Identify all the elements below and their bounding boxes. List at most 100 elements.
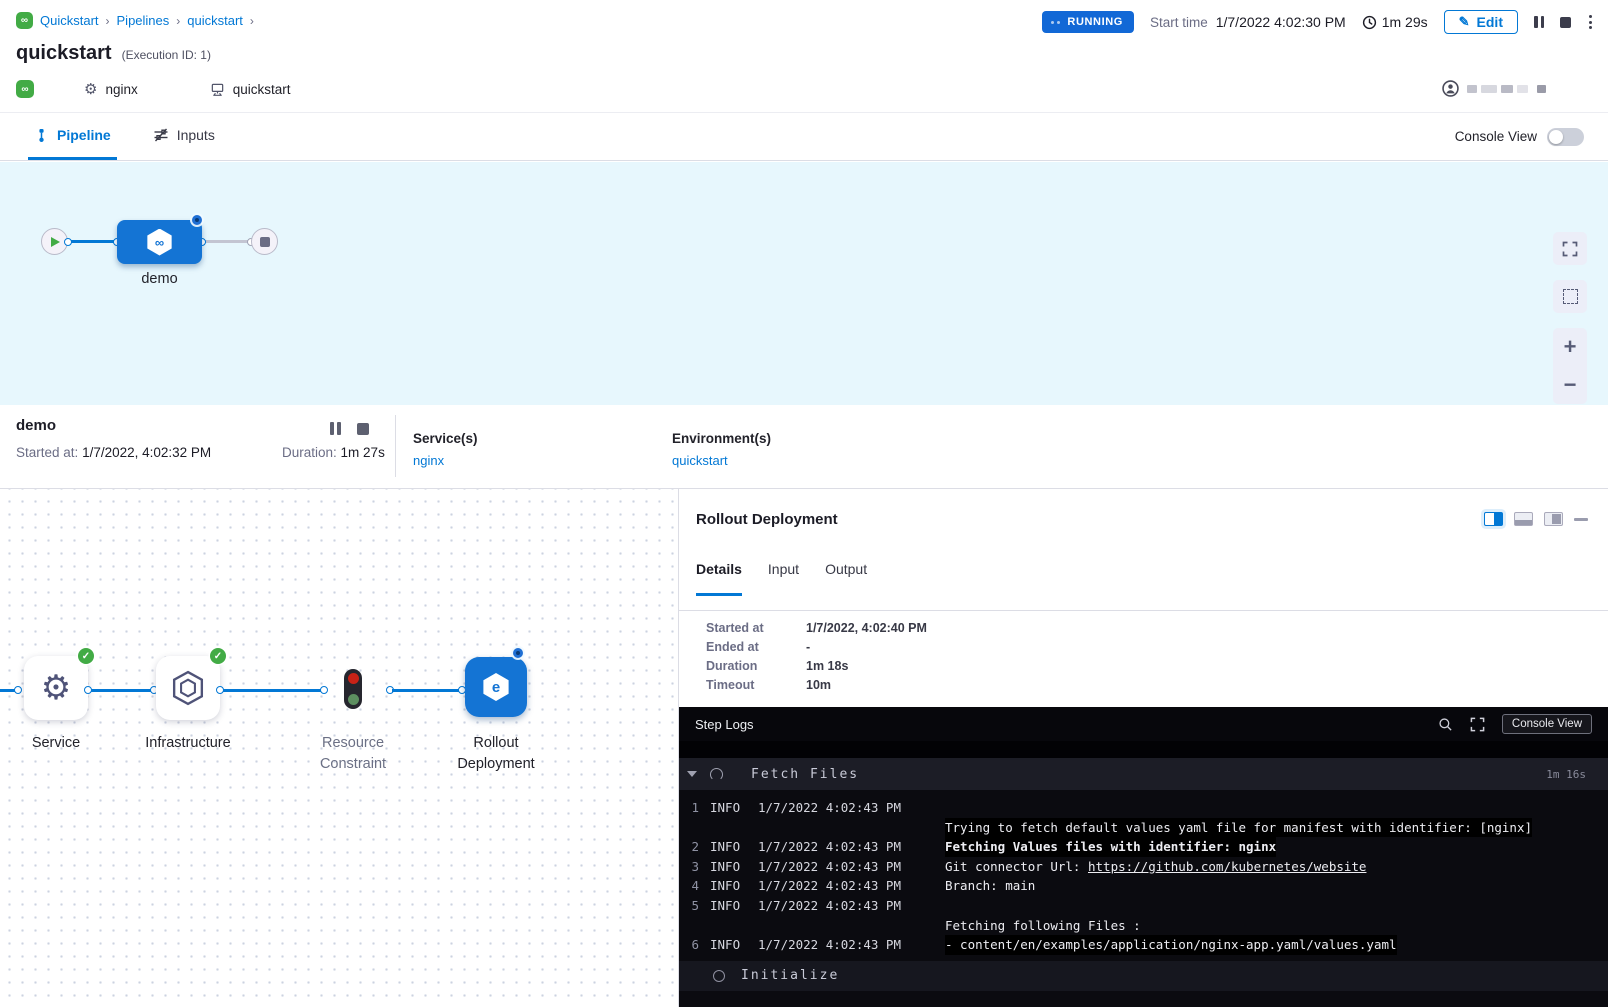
stage-stop-button[interactable] — [357, 423, 369, 435]
log-lines: 1INFO1/7/2022 4:02:43 PM Trying to fetch… — [679, 790, 1608, 955]
breadcrumb-link-pipelines[interactable]: Pipelines — [117, 13, 170, 28]
cd-module-icon: ∞ — [16, 80, 34, 98]
service-tag[interactable]: ⚙ nginx — [84, 82, 138, 97]
environment-link[interactable]: quickstart — [672, 453, 771, 468]
start-time-value: 1/7/2022 4:02:30 PM — [1216, 14, 1346, 30]
infrastructure-hexagon-icon — [171, 670, 205, 706]
edge-port — [216, 686, 224, 694]
execution-graph-canvas[interactable]: ⚙ ✓ Service ✓ Infrastructure Resource Co… — [0, 489, 678, 1007]
stage-pause-button[interactable] — [330, 422, 341, 435]
stage-running-spinner-icon — [192, 215, 202, 225]
minimize-panel-button[interactable] — [1574, 518, 1588, 521]
log-line: Trying to fetch default values yaml file… — [679, 818, 1608, 838]
service-gear-icon: ⚙ — [41, 671, 71, 705]
inputs-icon — [153, 127, 169, 143]
tab-details[interactable]: Details — [696, 561, 742, 596]
pipeline-end-node[interactable] — [251, 228, 278, 255]
field-value: 1/7/2022, 4:02:40 PM — [806, 621, 927, 635]
log-section-initialize[interactable]: Initialize — [679, 961, 1608, 991]
edge — [392, 689, 465, 692]
page-header: ∞ Quickstart › Pipelines › quickstart › … — [0, 0, 1608, 112]
pause-execution-button[interactable] — [1534, 16, 1544, 28]
edit-button[interactable]: ✎ Edit — [1444, 10, 1518, 34]
log-search-icon[interactable] — [1438, 717, 1453, 732]
console-view-button[interactable]: Console View — [1502, 714, 1592, 734]
chevron-down-icon — [687, 771, 697, 777]
section-name: Initialize — [741, 968, 839, 983]
step-label-rollout-deployment: Rollout Deployment — [426, 733, 566, 775]
layout-right-panel-button[interactable] — [1544, 512, 1563, 526]
tab-pipeline[interactable]: Pipeline — [28, 113, 117, 160]
stage-node-demo[interactable]: ∞ — [117, 220, 202, 264]
layout-split-horizontal-button[interactable] — [1514, 512, 1533, 526]
started-at-label: Started at: — [16, 445, 78, 460]
field-label: Started at — [706, 621, 806, 635]
step-label-resource-constraint: Resource Constraint — [283, 733, 423, 775]
canvas-marquee-select-button[interactable] — [1553, 280, 1587, 313]
service-link[interactable]: nginx — [413, 453, 478, 468]
field-label: Ended at — [706, 640, 806, 654]
avatar-icon — [1442, 80, 1459, 97]
log-line: 4INFO1/7/2022 4:02:43 PMBranch: main — [679, 876, 1608, 896]
divider — [395, 415, 396, 477]
more-options-button[interactable] — [1587, 13, 1594, 31]
step-details-fields: Started at 1/7/2022, 4:02:40 PM Ended at… — [706, 621, 927, 692]
step-node-resource-constraint[interactable] — [344, 669, 362, 709]
success-check-icon: ✓ — [78, 648, 94, 664]
stop-execution-button[interactable] — [1560, 17, 1571, 28]
log-line: 2INFO1/7/2022 4:02:43 PMFetching Values … — [679, 837, 1608, 857]
duration-label: Duration: — [282, 445, 337, 460]
section-name: Fetch Files — [751, 767, 859, 782]
breadcrumb-link-quickstart-project[interactable]: Quickstart — [40, 13, 99, 28]
step-node-rollout-deployment[interactable]: e — [465, 657, 527, 717]
redacted-text — [1481, 85, 1497, 93]
breadcrumb: ∞ Quickstart › Pipelines › quickstart › — [16, 12, 254, 29]
step-detail-panel: Rollout Deployment Details Input Output … — [678, 489, 1608, 1007]
success-check-icon: ✓ — [210, 648, 226, 664]
section-duration: 1m 16s — [1546, 768, 1586, 781]
section-spinner-icon — [710, 768, 723, 781]
environment-tag[interactable]: quickstart — [210, 82, 291, 97]
rollout-deployment-icon: e — [482, 673, 510, 701]
console-view-label: Console View — [1455, 129, 1537, 144]
field-value: 1m 18s — [806, 659, 927, 673]
panel-layout-controls — [1484, 512, 1588, 526]
canvas-fullscreen-button[interactable] — [1553, 232, 1587, 265]
stage-summary-name: demo — [16, 417, 56, 434]
tab-output[interactable]: Output — [825, 561, 867, 596]
tab-input[interactable]: Input — [768, 561, 799, 596]
pipeline-stage-canvas[interactable]: ∞ demo + − — [0, 162, 1608, 405]
cd-module-icon: ∞ — [16, 12, 33, 29]
play-icon — [51, 237, 60, 247]
start-time-label: Start time — [1150, 15, 1208, 30]
execution-id: (Execution ID: 1) — [122, 48, 211, 62]
edge — [220, 689, 327, 692]
console-view-toggle[interactable] — [1547, 128, 1584, 146]
step-logs-title: Step Logs — [695, 717, 754, 732]
cd-stage-icon: ∞ — [146, 229, 173, 256]
log-line: 6INFO1/7/2022 4:02:43 PM- content/en/exa… — [679, 935, 1608, 955]
redacted-text — [1501, 85, 1513, 93]
pencil-icon: ✎ — [1459, 14, 1470, 30]
layout-split-vertical-button[interactable] — [1484, 512, 1503, 526]
pipeline-icon — [34, 128, 49, 143]
log-link[interactable]: https://github.com/kubernetes/website — [1088, 857, 1366, 877]
tab-inputs[interactable]: Inputs — [147, 113, 221, 160]
zoom-in-button[interactable]: + — [1564, 336, 1577, 358]
redacted-text — [1537, 85, 1546, 93]
log-line: 3INFO1/7/2022 4:02:43 PMGit connector Ur… — [679, 857, 1608, 877]
traffic-light-green-icon — [348, 694, 359, 705]
step-node-infrastructure[interactable] — [156, 656, 220, 720]
step-node-service[interactable]: ⚙ — [24, 656, 88, 720]
log-fullscreen-icon[interactable] — [1470, 717, 1485, 732]
log-line: 1INFO1/7/2022 4:02:43 PM — [679, 798, 1608, 818]
field-value: 10m — [806, 678, 927, 692]
breadcrumb-link-pipeline[interactable]: quickstart — [187, 13, 243, 28]
step-detail-title: Rollout Deployment — [696, 511, 838, 528]
zoom-out-button[interactable]: − — [1564, 374, 1577, 396]
pending-circle-icon — [713, 970, 725, 982]
log-section-fetch-files[interactable]: Fetch Files 1m 16s — [679, 758, 1608, 790]
log-line: Fetching following Files : — [679, 916, 1608, 936]
step-logs-console: Step Logs Console View Fetch Files 1m 16… — [679, 707, 1608, 1007]
gear-icon: ⚙ — [84, 82, 97, 97]
